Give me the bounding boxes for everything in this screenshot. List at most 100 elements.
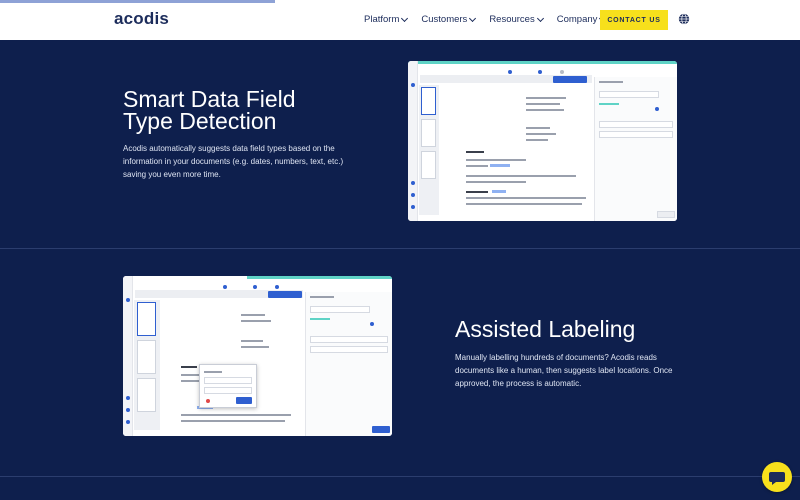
- app-sidebar: [123, 276, 133, 436]
- doc-line: [526, 127, 550, 129]
- data-extraction-panel: [305, 292, 392, 436]
- label-suggestion-popup: [199, 364, 257, 408]
- step-dot: [275, 285, 279, 289]
- panel-dot: [655, 107, 659, 111]
- nav-item-company[interactable]: Company: [556, 14, 607, 25]
- app-sidebar: [408, 61, 418, 221]
- desc-line: saving you even more time.: [123, 170, 221, 179]
- panel-field: [599, 131, 673, 138]
- detected-field-highlight: [492, 190, 506, 193]
- section-title: Assisted Labeling: [455, 316, 636, 342]
- step-dot: [253, 285, 257, 289]
- section-divider: [0, 248, 800, 249]
- desc-line: approved, the process is automatic.: [455, 379, 582, 388]
- sidebar-dot: [411, 181, 415, 185]
- chevron-down-icon: [469, 14, 477, 22]
- nav-label: Company: [556, 14, 598, 25]
- panel-field: [310, 336, 388, 343]
- assisted-labeling-screenshot: [123, 276, 392, 436]
- scroll-progress-line: [0, 0, 275, 3]
- section-divider: [0, 476, 800, 477]
- panel-heading: [310, 296, 334, 298]
- doc-line: [466, 203, 582, 205]
- sidebar-dot: [126, 298, 130, 302]
- reject-dot: [206, 399, 210, 403]
- panel-field: [310, 306, 370, 313]
- chat-launcher-button[interactable]: [762, 462, 792, 492]
- document-preview: [442, 87, 592, 213]
- popup-field: [204, 377, 252, 384]
- screenshot-accent-bar: [408, 61, 677, 64]
- panel-field: [599, 121, 673, 128]
- doc-line: [466, 159, 526, 161]
- nav-label: Platform: [364, 14, 400, 25]
- popup-field: [204, 387, 252, 394]
- sidebar-dot: [411, 83, 415, 87]
- panel-next-button: [372, 426, 390, 433]
- doc-line: [466, 181, 526, 183]
- screenshot-accent-bar: [247, 276, 392, 279]
- site-header: acodis Platform Customers Resources Comp…: [0, 0, 800, 40]
- sidebar-dot: [411, 193, 415, 197]
- desc-line: Manually labelling hundreds of documents…: [455, 353, 657, 362]
- nav-item-platform[interactable]: Platform: [364, 14, 409, 25]
- title-line: Smart Data Field: [123, 86, 296, 112]
- panel-heading: [599, 81, 623, 83]
- chevron-down-icon: [401, 14, 409, 22]
- section-description: Manually labelling hundreds of documents…: [455, 351, 672, 390]
- sidebar-dot: [411, 205, 415, 209]
- title-line: Type Detection: [123, 108, 277, 134]
- field-detection-screenshot: [408, 61, 677, 221]
- nav-item-resources[interactable]: Resources: [489, 14, 544, 25]
- contact-us-button[interactable]: CONTACT US: [600, 10, 668, 30]
- page-thumbnail: [421, 119, 436, 147]
- app-primary-button: [553, 76, 587, 83]
- doc-line: [181, 420, 285, 422]
- app-primary-button: [268, 291, 302, 298]
- sidebar-dot: [126, 396, 130, 400]
- page-thumbnails: [134, 300, 160, 430]
- title-line: Assisted Labeling: [455, 316, 636, 342]
- doc-line: [181, 414, 291, 416]
- page-thumbnail: [137, 378, 156, 412]
- doc-line: [526, 97, 566, 99]
- doc-line: [526, 103, 560, 105]
- doc-line: [241, 320, 271, 322]
- desc-line: information in your documents (e.g. date…: [123, 157, 344, 166]
- doc-line: [466, 197, 586, 199]
- doc-heading: [466, 151, 484, 153]
- doc-line: [241, 340, 263, 342]
- step-dot: [223, 285, 227, 289]
- step-dot: [508, 70, 512, 74]
- doc-line: [466, 175, 576, 177]
- progress-line: [310, 318, 330, 320]
- doc-line: [526, 139, 548, 141]
- doc-heading: [181, 366, 197, 368]
- main-nav: Platform Customers Resources Company: [364, 14, 619, 25]
- acodis-logo[interactable]: acodis: [114, 9, 169, 29]
- popup-line: [204, 371, 222, 373]
- data-extraction-panel: [594, 77, 677, 221]
- doc-line: [241, 314, 265, 316]
- doc-line: [526, 109, 564, 111]
- doc-line: [466, 165, 488, 167]
- panel-field: [599, 91, 659, 98]
- doc-line: [241, 346, 269, 348]
- panel-button: [657, 211, 675, 218]
- panel-dot: [370, 322, 374, 326]
- chat-bubble-icon: [769, 472, 785, 485]
- chevron-down-icon: [536, 14, 544, 22]
- page-thumbnail: [137, 340, 156, 374]
- progress-line: [599, 103, 619, 105]
- globe-icon[interactable]: [678, 13, 690, 25]
- sidebar-dot: [126, 420, 130, 424]
- doc-heading: [466, 191, 488, 193]
- step-dot: [560, 70, 564, 74]
- desc-line: documents like a human, then suggests la…: [455, 366, 673, 375]
- popup-confirm-button: [236, 397, 252, 404]
- page-thumbnail: [137, 302, 156, 336]
- page-thumbnail: [421, 151, 436, 179]
- nav-label: Customers: [421, 14, 468, 25]
- step-dot: [538, 70, 542, 74]
- nav-item-customers[interactable]: Customers: [421, 14, 477, 25]
